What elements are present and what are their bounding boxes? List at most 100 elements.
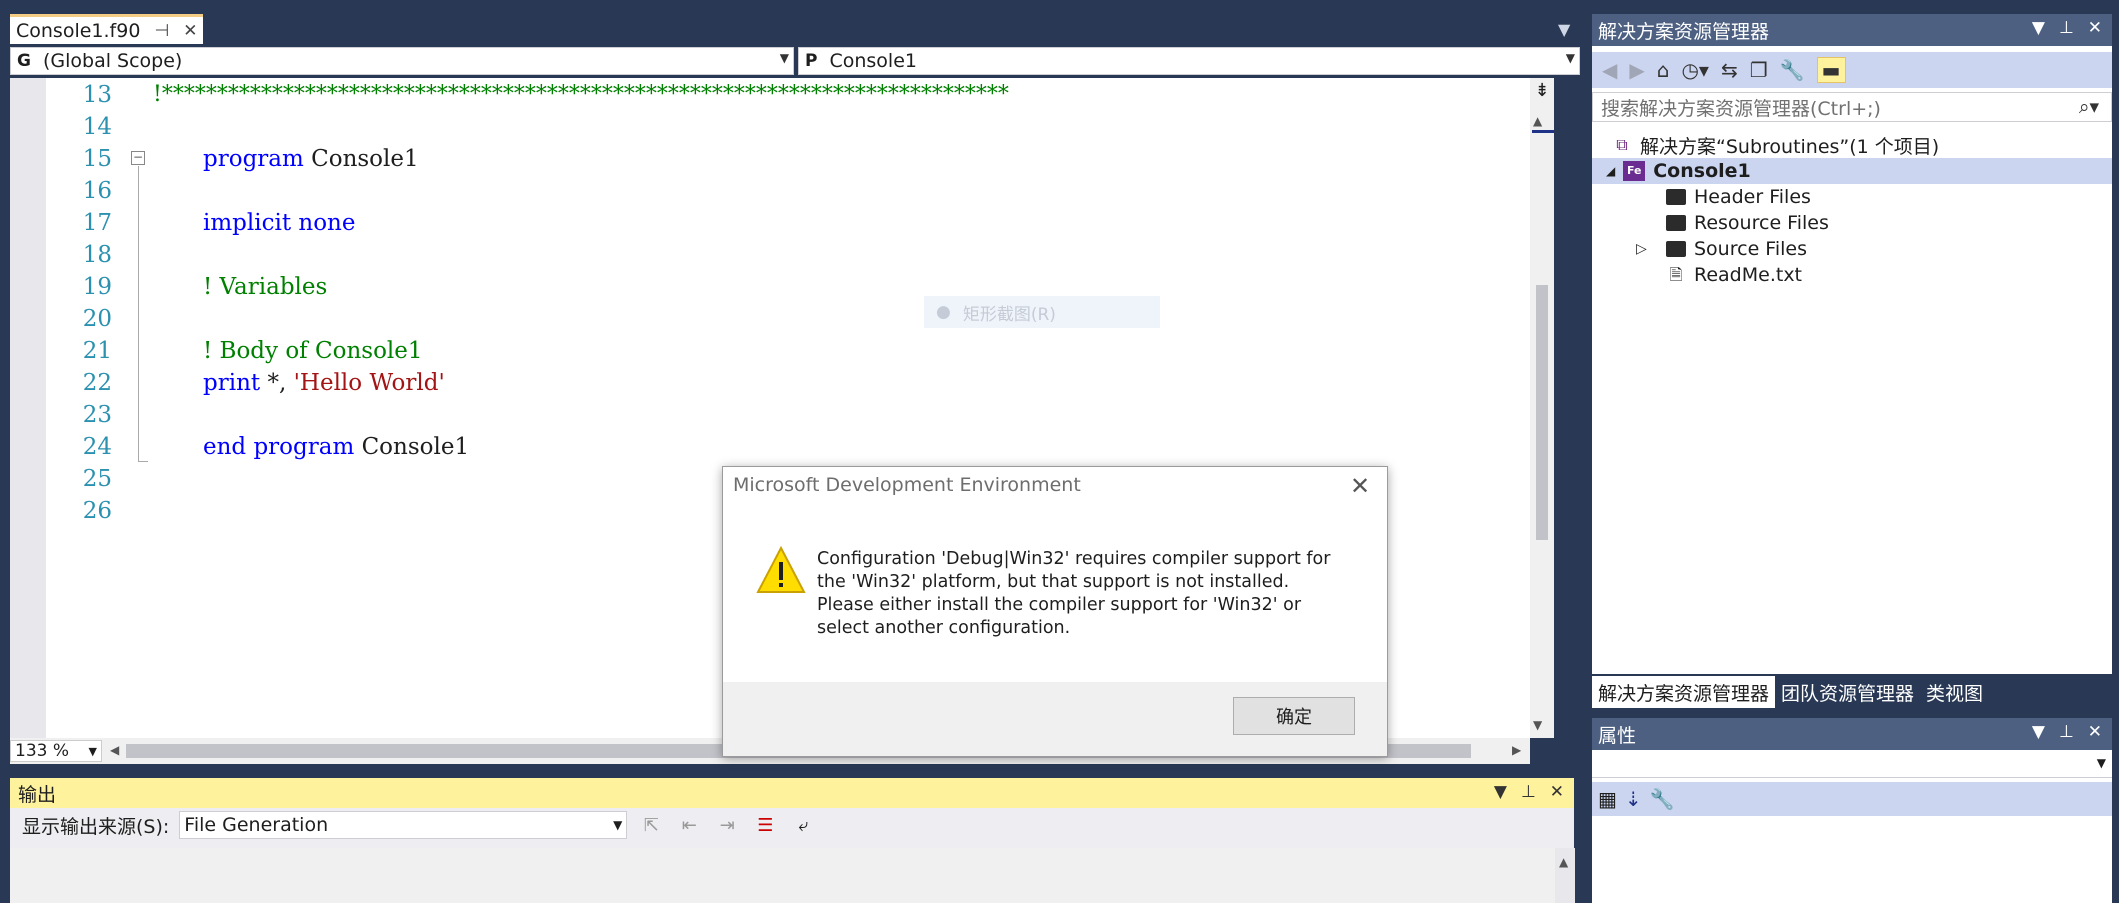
chevron-down-icon: ▼ xyxy=(2096,756,2106,770)
preview-selected-icon[interactable]: ▬ xyxy=(1816,57,1846,83)
zoom-value: 133 % xyxy=(15,741,70,761)
folder-icon xyxy=(1666,189,1686,205)
forward-icon[interactable]: ▶ xyxy=(1629,58,1644,82)
split-window-icon[interactable]: ⇟ xyxy=(1532,80,1552,102)
code-line-21: ! Body of Console1 xyxy=(203,338,423,364)
document-menu-icon[interactable]: ▼ xyxy=(1558,20,1570,39)
pin-icon[interactable]: ⊥ xyxy=(2059,18,2074,38)
project-label: Console1 xyxy=(1653,160,1751,182)
pending-changes-icon[interactable]: ◷▾ xyxy=(1681,58,1709,82)
keyword: implicit none xyxy=(203,210,356,236)
scope-prefix: G xyxy=(17,51,31,71)
expanded-arrow-icon[interactable]: ◢ xyxy=(1606,164,1615,178)
line-number: 21 xyxy=(82,338,112,364)
word-wrap-icon[interactable]: ⤶ xyxy=(789,815,817,836)
line-number: 24 xyxy=(82,434,112,460)
tree-item-solution[interactable]: ⧉ 解决方案“Subroutines”(1 个项目) xyxy=(1612,132,1939,158)
line-number: 26 xyxy=(82,498,112,524)
clear-all-icon[interactable]: ☰ xyxy=(751,815,779,836)
line-number: 13 xyxy=(82,82,112,108)
tree-item-header-files[interactable]: Header Files xyxy=(1666,184,1811,210)
solution-search-input[interactable]: 搜索解决方案资源管理器(Ctrl+;) ⌕▾ xyxy=(1592,92,2112,122)
categorized-icon[interactable]: ▦ xyxy=(1598,787,1617,811)
tree-item-resource-files[interactable]: Resource Files xyxy=(1666,210,1829,236)
window-position-icon[interactable]: ▼ xyxy=(2032,722,2045,742)
pin-icon[interactable]: ⊥ xyxy=(2059,722,2074,742)
keyword: program xyxy=(203,146,304,172)
scope-dropdown[interactable]: G (Global Scope) ▼ xyxy=(10,47,794,75)
pin-icon[interactable]: ⊣ xyxy=(154,21,169,41)
chevron-down-icon: ▼ xyxy=(1565,51,1575,65)
ghost-screenshot-menu: ● 矩形截图(R) xyxy=(924,296,1160,328)
procedure-dropdown[interactable]: P Console1 ▼ xyxy=(798,47,1580,75)
tree-item-source-files[interactable]: ▷ Source Files xyxy=(1636,236,1807,262)
record-icon: ● xyxy=(936,302,951,322)
close-icon[interactable]: ✕ xyxy=(183,21,197,41)
search-icon[interactable]: ⌕▾ xyxy=(2079,96,2099,118)
scroll-position-marker xyxy=(1532,130,1554,133)
string-literal: 'Hello World' xyxy=(293,370,445,396)
output-title: 输出 xyxy=(18,783,57,806)
line-number: 19 xyxy=(82,274,112,300)
scroll-up-icon[interactable]: ▲ xyxy=(1533,114,1542,128)
close-icon[interactable]: ✕ xyxy=(2088,18,2102,38)
line-number: 14 xyxy=(82,114,112,140)
zoom-dropdown[interactable]: 133 % ▼ xyxy=(10,740,102,762)
ghost-menu-label: 矩形截图(R) xyxy=(962,304,1056,325)
output-source-select[interactable]: File Generation ▼ xyxy=(179,811,628,839)
chevron-down-icon: ▼ xyxy=(779,51,789,65)
scroll-down-icon[interactable]: ▼ xyxy=(1533,718,1542,732)
solution-explorer-title-bar: 解决方案资源管理器 ▼ ⊥ ✕ xyxy=(1592,14,2112,46)
tree-item-project[interactable]: ◢ Fe Console1 xyxy=(1606,158,1751,184)
folder-icon xyxy=(1666,215,1686,231)
tab-solution-explorer[interactable]: 解决方案资源管理器 xyxy=(1592,676,1776,708)
ok-button[interactable]: 确定 xyxy=(1233,697,1355,735)
close-icon[interactable]: ✕ xyxy=(2088,722,2102,742)
next-message-icon[interactable]: ⇥ xyxy=(713,815,741,836)
tree-item-label: ReadMe.txt xyxy=(1694,264,1803,286)
line-number: 20 xyxy=(82,306,112,332)
scroll-right-icon[interactable]: ▶ xyxy=(1512,743,1521,757)
close-icon[interactable]: ✕ xyxy=(1550,782,1564,802)
proc-prefix: P xyxy=(805,51,818,71)
solution-explorer-toolbar: ◀ ▶ ⌂ ◷▾ ⇆ ❐ 🔧 ▬ xyxy=(1592,52,2112,88)
collapsed-arrow-icon[interactable]: ▷ xyxy=(1636,241,1658,257)
editor-vscroll-thumb[interactable] xyxy=(1536,285,1548,540)
solution-explorer-title: 解决方案资源管理器 xyxy=(1598,20,1770,43)
tree-item-readme[interactable]: 🗎 ReadMe.txt xyxy=(1666,262,1802,288)
back-icon[interactable]: ◀ xyxy=(1602,58,1617,82)
previous-message-icon[interactable]: ⇤ xyxy=(675,815,703,836)
tab-team-explorer[interactable]: 团队资源管理器 xyxy=(1775,676,1920,708)
tree-item-label: Resource Files xyxy=(1694,212,1829,234)
tab-class-view[interactable]: 类视图 xyxy=(1920,676,1989,708)
line-number: 17 xyxy=(82,210,112,236)
tab-label: Console1.f90 xyxy=(16,19,141,42)
find-message-icon[interactable]: ⇱ xyxy=(637,815,665,836)
scroll-left-icon[interactable]: ◀ xyxy=(110,743,119,757)
keyword: print xyxy=(203,370,261,396)
tab-console1-f90[interactable]: Console1.f90 ⊣ ✕ xyxy=(10,14,204,44)
scroll-up-icon[interactable]: ▲ xyxy=(1559,855,1568,869)
home-icon[interactable]: ⌂ xyxy=(1657,58,1670,82)
line-number: 22 xyxy=(82,370,112,396)
code-line-19: ! Variables xyxy=(203,274,328,300)
solution-panel-tabs: 解决方案资源管理器 团队资源管理器 类视图 xyxy=(1592,674,2112,708)
search-placeholder: 搜索解决方案资源管理器(Ctrl+;) xyxy=(1601,97,1881,120)
text-file-icon: 🗎 xyxy=(1669,265,1683,284)
properties-toolbar: ▦ ⇣ 🔧 xyxy=(1592,782,2112,816)
property-pages-icon[interactable]: 🔧 xyxy=(1650,787,1675,811)
dialog-title: Microsoft Development Environment xyxy=(733,474,1081,496)
window-position-icon[interactable]: ▼ xyxy=(1494,782,1507,802)
window-position-icon[interactable]: ▼ xyxy=(2032,18,2045,38)
folder-icon xyxy=(1666,241,1686,257)
wrench-icon[interactable]: 🔧 xyxy=(1780,58,1805,82)
sync-icon[interactable]: ⇆ xyxy=(1721,58,1738,82)
output-text-area[interactable] xyxy=(10,848,1563,903)
alphabetical-icon[interactable]: ⇣ xyxy=(1625,787,1642,811)
fold-guide-end xyxy=(138,461,148,462)
collapse-all-icon[interactable]: ❐ xyxy=(1750,58,1768,82)
properties-object-select[interactable]: ▼ xyxy=(1592,752,2112,778)
close-icon[interactable]: ✕ xyxy=(1350,472,1370,500)
collapse-icon[interactable]: − xyxy=(131,151,145,165)
pin-icon[interactable]: ⊥ xyxy=(1521,782,1536,802)
